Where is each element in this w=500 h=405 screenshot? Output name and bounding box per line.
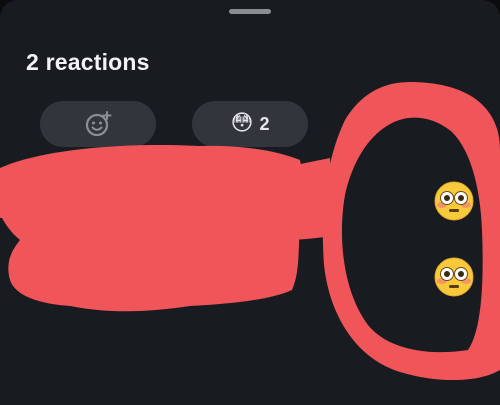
flushed-face-icon: 😳 [230, 111, 254, 136]
reactions-title: 2 reactions [26, 49, 150, 75]
reactions-bottom-sheet: 2 reactions 😳 2 [0, 0, 500, 405]
reaction-emoji-row-1 [434, 181, 474, 221]
reaction-emoji-row-2 [434, 257, 474, 297]
flushed-face-icon [434, 257, 474, 297]
flushed-face-icon [434, 181, 474, 221]
reaction-count: 2 [259, 113, 270, 134]
add-reaction-button[interactable] [40, 101, 156, 147]
add-emoji-icon [85, 111, 112, 137]
reaction-filter-chip[interactable]: 😳 2 [192, 101, 308, 147]
avatar [24, 246, 60, 282]
drag-handle[interactable] [229, 9, 271, 14]
